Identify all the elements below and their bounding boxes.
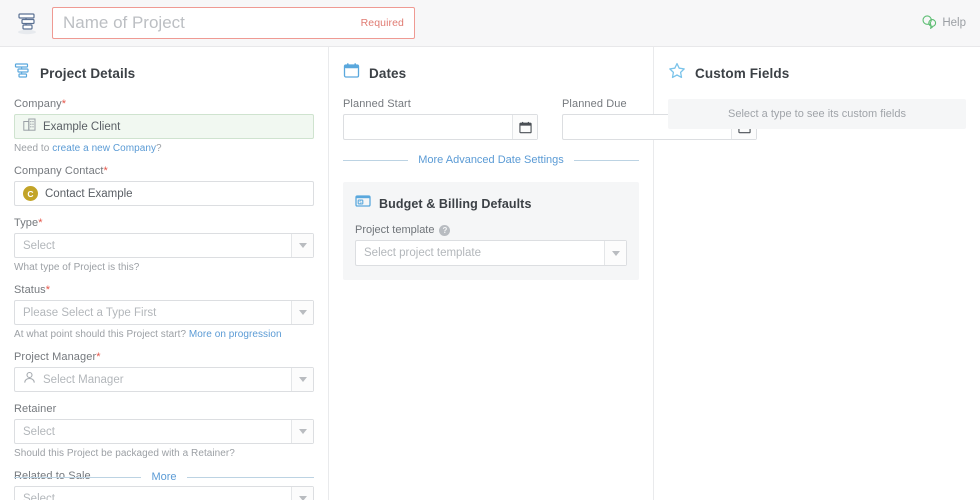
company-contact-input[interactable]: C Contact Example <box>14 181 314 206</box>
date-fields-row: Planned Start Planned Due <box>343 98 639 140</box>
project-name-field[interactable]: Required <box>52 7 415 39</box>
company-contact-label: Company Contact* <box>14 165 314 177</box>
type-hint: What type of Project is this? <box>14 262 314 273</box>
project-template-select[interactable]: Select project template <box>355 240 627 266</box>
chevron-down-icon[interactable] <box>291 368 313 391</box>
project-template-placeholder: Select project template <box>364 247 481 259</box>
progression-link[interactable]: More on progression <box>189 329 282 340</box>
project-manager-select[interactable]: Select Manager <box>14 367 314 392</box>
type-placeholder: Select <box>23 240 55 252</box>
required-marker: * <box>62 98 66 110</box>
custom-fields-column: Custom Fields Select a type to see its c… <box>654 47 980 500</box>
create-company-link[interactable]: create a new Company <box>52 143 156 154</box>
gantt-chart-icon <box>10 6 44 40</box>
dates-header: Dates <box>343 62 639 84</box>
retainer-select[interactable]: Select <box>14 419 314 444</box>
advanced-date-settings-divider[interactable]: More Advanced Date Settings <box>343 154 639 166</box>
section-title: Project Details <box>40 66 135 81</box>
building-icon <box>23 118 36 136</box>
gantt-chart-icon <box>14 62 31 84</box>
project-name-input[interactable] <box>63 8 404 38</box>
project-details-column: Project Details Company* <box>0 47 329 500</box>
status-label: Status* <box>14 284 314 296</box>
planned-start-control[interactable] <box>343 114 538 140</box>
planned-start-input[interactable] <box>344 115 512 139</box>
company-contact-field: Company Contact* C Contact Example <box>14 165 314 206</box>
project-manager-placeholder: Select Manager <box>43 374 124 386</box>
required-marker: * <box>96 351 100 363</box>
divider-line-left <box>343 160 408 161</box>
company-label: Company* <box>14 98 314 110</box>
help-label: Help <box>942 17 966 29</box>
project-manager-field: Project Manager* Select Manager <box>14 351 314 392</box>
type-field: Type* Select What type of Project is thi… <box>14 217 314 273</box>
retainer-label: Retainer <box>14 403 314 415</box>
budget-billing-header: $ Budget & Billing Defaults <box>355 193 627 214</box>
chevron-down-icon[interactable] <box>291 420 313 443</box>
advanced-date-settings-label[interactable]: More Advanced Date Settings <box>418 154 564 166</box>
required-marker: * <box>46 284 50 296</box>
status-select[interactable]: Please Select a Type First <box>14 300 314 325</box>
svg-text:$: $ <box>359 200 362 206</box>
type-select[interactable]: Select <box>14 233 314 258</box>
section-title: Budget & Billing Defaults <box>379 197 532 211</box>
company-hint: Need to create a new Company? <box>14 143 314 154</box>
custom-fields-header: Custom Fields <box>668 62 966 85</box>
star-icon <box>668 62 686 85</box>
divider-line-left <box>14 477 141 478</box>
project-details-header: Project Details <box>14 62 314 84</box>
company-contact-value: Contact Example <box>45 188 133 200</box>
user-icon <box>23 371 36 389</box>
project-manager-label: Project Manager* <box>14 351 314 363</box>
avatar: C <box>23 186 38 201</box>
retainer-placeholder: Select <box>23 426 55 438</box>
project-template-label: Project template ? <box>355 224 627 236</box>
company-value: Example Client <box>43 121 120 133</box>
planned-start-field: Planned Start <box>343 98 538 140</box>
custom-fields-empty-state: Select a type to see its custom fields <box>668 99 966 129</box>
support-chat-icon <box>922 15 937 32</box>
type-label: Type* <box>14 217 314 229</box>
planned-start-label: Planned Start <box>343 98 538 110</box>
related-to-sale-placeholder: Select <box>23 493 55 500</box>
dates-column: Dates Planned Start <box>329 47 654 500</box>
company-input[interactable]: Example Client <box>14 114 314 139</box>
status-field: Status* Please Select a Type First At wh… <box>14 284 314 340</box>
section-title: Dates <box>369 66 406 81</box>
form-body: Project Details Company* <box>0 47 980 500</box>
budget-billing-panel: $ Budget & Billing Defaults Project temp… <box>343 182 639 280</box>
status-placeholder: Please Select a Type First <box>23 307 156 319</box>
custom-fields-empty-message: Select a type to see its custom fields <box>728 108 906 120</box>
more-divider[interactable]: More <box>14 471 314 483</box>
company-field: Company* <box>14 98 314 154</box>
more-label[interactable]: More <box>151 471 176 483</box>
chevron-down-icon[interactable] <box>604 241 626 265</box>
billing-card-icon: $ <box>355 193 371 214</box>
divider-line-right <box>574 160 639 161</box>
calendar-icon <box>343 62 360 84</box>
divider-line-right <box>187 477 314 478</box>
retainer-hint: Should this Project be packaged with a R… <box>14 448 314 459</box>
calendar-icon[interactable] <box>512 115 537 139</box>
chevron-down-icon[interactable] <box>291 234 313 257</box>
question-mark-icon[interactable]: ? <box>439 225 450 236</box>
retainer-field: Retainer Select Should this Project be p… <box>14 403 314 459</box>
app-header: Required Help <box>0 0 980 47</box>
section-title: Custom Fields <box>695 66 789 81</box>
chevron-down-icon[interactable] <box>291 487 313 500</box>
required-marker: * <box>38 217 42 229</box>
status-hint: At what point should this Project start?… <box>14 329 314 340</box>
required-marker: * <box>104 165 108 177</box>
related-to-sale-select[interactable]: Select <box>14 486 314 500</box>
help-button[interactable]: Help <box>922 15 966 32</box>
required-badge: Required <box>361 17 404 29</box>
chevron-down-icon[interactable] <box>291 301 313 324</box>
